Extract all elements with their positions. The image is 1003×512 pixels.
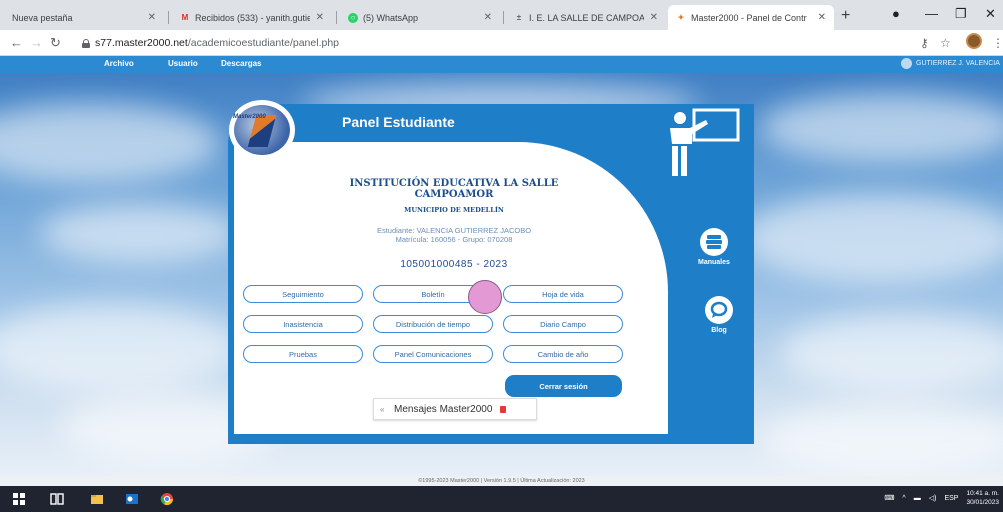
student-name: Estudiante: VALENCIA GUTIERREZ JACOBO [376,226,532,235]
panel-comunicaciones-button[interactable]: Panel Comunicaciones [373,345,493,363]
outlook-icon[interactable] [125,492,139,506]
profile-avatar[interactable] [966,33,982,49]
close-icon[interactable]: ✕ [316,12,324,23]
task-view-icon[interactable] [50,492,64,506]
key-icon[interactable]: ⚷ [920,36,929,50]
chevron-up-icon[interactable]: ^ [902,495,905,502]
chat-bubble-icon [705,296,733,324]
network-icon[interactable]: ▬ [914,495,921,502]
window-close-icon[interactable]: ✕ [985,6,996,22]
site-menu-bar: Archivo Usuario Descargas GUTIERREZ J. V… [0,56,1003,73]
messages-label: Mensajes Master2000 [394,403,493,415]
chrome-icon[interactable] [160,492,174,506]
browser-tab-strip: Nueva pestaña ✕ M Recibidos (533) - yani… [0,0,1003,30]
url-path: /academicoestudiante/panel.php [187,37,340,49]
notification-badge [500,405,507,413]
new-tab-icon[interactable]: + [841,7,850,25]
reload-icon[interactable]: ↻ [50,35,61,51]
panel-title: Panel Estudiante [342,114,455,130]
blog-link[interactable]: Blog [705,296,733,334]
address-bar[interactable]: s77.master2000.net/academicoestudiante/p… [82,34,912,52]
institution-name: INSTITUCIÓN EDUCATIVA LA SALLE CAMPOAMOR [349,178,559,200]
whatsapp-icon: ○ [348,12,358,23]
language-indicator[interactable]: ESP [944,495,958,502]
tab-school[interactable]: ± I. E. LA SALLE DE CAMPOAMO ✕ [506,5,666,30]
system-tray: ⌨ ^ ▬ ◁) ESP 10:41 a. m. 30/01/2023 [876,489,999,507]
school-icon: ± [516,13,522,22]
footer-text: ©1995-2023 Master2000 | Versión 1.9.5 | … [0,476,1003,486]
keyboard-icon[interactable]: ⌨ [884,494,894,502]
menu-archivo[interactable]: Archivo [104,59,134,68]
cursor-highlight [468,280,502,314]
logout-button[interactable]: Cerrar sesión [505,375,622,397]
manuals-link[interactable]: Manuales [698,228,730,266]
municipality: MUNICIPIO DE MEDELLÍN [404,206,504,214]
books-icon [699,228,728,256]
tab-new[interactable]: Nueva pestaña ✕ [4,5,164,30]
master2000-logo: Master2000 [229,100,295,160]
institution-code: 105001000485 - 2023 [400,259,508,270]
user-menu[interactable]: GUTIERREZ J. VALENCIA [901,58,1000,69]
close-icon[interactable]: ✕ [650,12,658,23]
inasistencia-button[interactable]: Inasistencia [243,315,363,333]
back-icon[interactable]: ← [10,35,23,50]
messages-widget[interactable]: « Mensajes Master2000 [373,398,537,420]
browser-toolbar: ← → ↻ s77.master2000.net/academicoestudi… [0,30,1003,56]
menu-icon[interactable]: ⋮ [992,36,1003,50]
tab-whatsapp[interactable]: ○ (5) WhatsApp ✕ [340,5,500,30]
distribucion-tiempo-button[interactable]: Distribución de tiempo [373,315,493,333]
volume-icon[interactable]: ◁) [929,494,937,502]
lock-icon [82,38,90,48]
maximize-icon[interactable]: ❐ [955,6,967,22]
star-icon[interactable]: ☆ [940,36,951,50]
menu-descargas[interactable]: Descargas [221,59,261,68]
seguimiento-button[interactable]: Seguimiento [243,285,363,303]
close-icon[interactable]: ✕ [484,12,492,23]
clock[interactable]: 10:41 a. m. 30/01/2023 [966,489,999,507]
cambio-de-ano-button[interactable]: Cambio de año [503,345,623,363]
master-icon: ✦ [677,13,685,22]
user-icon [901,58,912,69]
url-domain: s77.master2000.net [95,37,188,49]
hoja-de-vida-button[interactable]: Hoja de vida [503,285,623,303]
pruebas-button[interactable]: Pruebas [243,345,363,363]
tab-master2000[interactable]: ✦ Master2000 - Panel de Contr ✕ [668,5,834,30]
record-icon[interactable]: ● [892,6,900,21]
tab-gmail[interactable]: M Recibidos (533) - yanith.gutie ✕ [172,5,332,30]
windows-taskbar: ⌨ ^ ▬ ◁) ESP 10:41 a. m. 30/01/2023 [0,486,1003,512]
close-icon[interactable]: ✕ [818,12,826,23]
enrollment-info: Matrícula: 160056 - Grupo: 070208 [395,235,513,244]
expand-icon[interactable]: « [380,405,394,414]
file-explorer-icon[interactable] [90,492,104,506]
gmail-icon: M [181,13,189,22]
diario-campo-button[interactable]: Diario Campo [503,315,623,333]
windows-start-icon[interactable] [12,492,26,506]
student-info: Estudiante: VALENCIA GUTIERREZ JACOBO Ma… [346,226,562,244]
menu-usuario[interactable]: Usuario [168,59,198,68]
close-icon[interactable]: ✕ [148,12,156,23]
minimize-icon[interactable]: — [925,6,938,21]
teacher-icon [670,108,740,176]
forward-icon[interactable]: → [30,35,43,50]
